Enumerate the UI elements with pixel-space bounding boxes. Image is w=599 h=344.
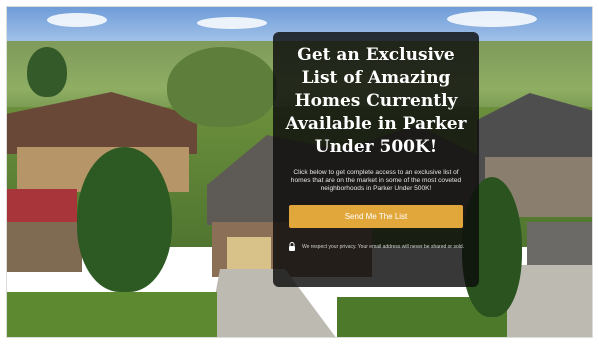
tree-cluster (167, 47, 277, 127)
subtext: Click below to get complete access to an… (290, 169, 462, 192)
cloud (447, 11, 537, 27)
privacy-text: We respect your privacy. Your email addr… (301, 243, 465, 250)
lead-capture-card: Get an Exclusive List of Amazing Homes C… (273, 32, 479, 287)
evergreen-tree (77, 147, 172, 292)
privacy-notice: We respect your privacy. Your email addr… (285, 242, 467, 251)
left-house-lower (7, 222, 82, 272)
page-frame: Get an Exclusive List of Amazing Homes C… (0, 0, 599, 344)
cloud (47, 13, 107, 27)
lock-icon (288, 242, 296, 251)
hero-background-photo: Get an Exclusive List of Amazing Homes C… (6, 6, 593, 338)
headline: Get an Exclusive List of Amazing Homes C… (285, 45, 467, 157)
front-lawn (7, 292, 217, 337)
send-me-the-list-button[interactable]: Send Me The List (289, 205, 463, 228)
tree-left (27, 47, 67, 97)
red-awning (7, 189, 77, 224)
garage-door (227, 237, 271, 271)
cloud (197, 17, 267, 29)
right-garage (527, 222, 592, 267)
